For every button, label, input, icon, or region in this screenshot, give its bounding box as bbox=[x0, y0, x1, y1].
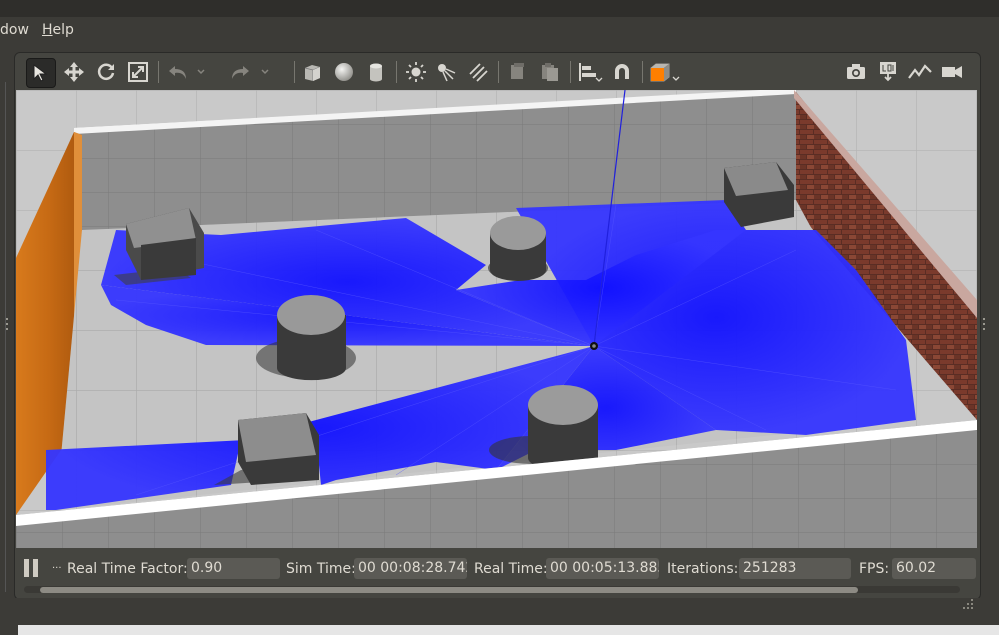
copy-button[interactable] bbox=[504, 58, 532, 86]
camera-icon bbox=[847, 64, 865, 79]
view-angle-button[interactable] bbox=[648, 58, 682, 86]
scrollbar-thumb[interactable] bbox=[40, 587, 858, 593]
undo-dropdown[interactable] bbox=[194, 58, 208, 86]
paste-button[interactable] bbox=[536, 58, 564, 86]
iterations-value: 251283 bbox=[739, 558, 851, 579]
point-light-button[interactable] bbox=[402, 58, 430, 86]
obstacle-box-2 bbox=[724, 162, 794, 227]
menu-window[interactable]: dow bbox=[0, 22, 29, 38]
scale-mode-button[interactable] bbox=[124, 58, 152, 86]
scene-viewport[interactable] bbox=[16, 90, 977, 548]
menu-window-label: dow bbox=[0, 22, 29, 38]
step-indicator: ... bbox=[52, 560, 62, 571]
redo-button[interactable] bbox=[226, 58, 254, 86]
fps-label: FPS: bbox=[859, 561, 890, 577]
pause-icon bbox=[24, 559, 29, 577]
resize-grip-icon[interactable] bbox=[962, 598, 974, 610]
magnet-icon bbox=[615, 64, 629, 79]
menubar: dow Help bbox=[0, 17, 999, 43]
real-time-factor-value: 0.90 bbox=[187, 558, 280, 579]
simulation-scene bbox=[16, 90, 977, 548]
arrow-cursor-icon bbox=[33, 64, 48, 82]
bottom-panel bbox=[18, 625, 999, 635]
redo-icon bbox=[232, 66, 249, 79]
align-button[interactable] bbox=[576, 58, 604, 86]
toolbar-separator bbox=[158, 61, 159, 83]
toolbar-separator bbox=[396, 61, 397, 83]
sphere-shape-button[interactable] bbox=[330, 58, 358, 86]
cylinder-shape-button[interactable] bbox=[362, 58, 390, 86]
rotate-icon bbox=[97, 63, 115, 80]
toolbar-separator bbox=[498, 61, 499, 83]
select-mode-button[interactable] bbox=[26, 58, 56, 88]
directional-light-icon bbox=[469, 63, 488, 82]
real-time-label: Real Time: bbox=[474, 561, 548, 577]
fps-value: 60.02 bbox=[892, 558, 976, 579]
left-splitter-handle[interactable] bbox=[6, 318, 9, 332]
rotate-mode-button[interactable] bbox=[92, 58, 120, 86]
real-time-value: 00 00:05:13.885 bbox=[546, 558, 659, 579]
chart-icon bbox=[908, 64, 932, 79]
real-time-factor-label: Real Time Factor: bbox=[67, 561, 188, 577]
menu-help-label: elp bbox=[52, 22, 74, 38]
undo-icon bbox=[169, 66, 186, 79]
left-side-panel bbox=[0, 82, 6, 592]
spot-light-icon bbox=[438, 64, 456, 82]
align-icon bbox=[579, 63, 603, 82]
video-camera-icon bbox=[942, 66, 962, 78]
sim-time-value: 00 00:08:28.742 bbox=[354, 558, 467, 579]
snap-button[interactable] bbox=[608, 58, 636, 86]
redo-dropdown[interactable] bbox=[258, 58, 272, 86]
sphere-icon bbox=[335, 63, 353, 81]
obstacle-cylinder-1 bbox=[488, 216, 548, 281]
sun-icon bbox=[406, 62, 426, 82]
toolbar-separator bbox=[642, 61, 643, 83]
sim-time-label: Sim Time: bbox=[286, 561, 356, 577]
iterations-label: Iterations: bbox=[667, 561, 739, 577]
plot-button[interactable] bbox=[906, 58, 934, 86]
log-icon bbox=[880, 62, 896, 82]
window-title-strip bbox=[0, 0, 999, 17]
orange-cube-icon bbox=[650, 63, 680, 82]
directional-light-button[interactable] bbox=[464, 58, 492, 86]
toolbar bbox=[16, 55, 978, 89]
menu-help[interactable]: Help bbox=[42, 22, 74, 38]
spot-light-button[interactable] bbox=[432, 58, 460, 86]
undo-button[interactable] bbox=[164, 58, 192, 86]
translate-mode-button[interactable] bbox=[60, 58, 88, 86]
record-video-button[interactable] bbox=[938, 58, 966, 86]
cylinder-icon bbox=[370, 63, 382, 82]
scale-icon bbox=[128, 62, 148, 82]
toolbar-separator bbox=[294, 61, 295, 83]
box-icon bbox=[304, 65, 321, 81]
status-bar: ... Real Time Factor: 0.90 Sim Time: 00 … bbox=[16, 552, 977, 586]
move-arrows-icon bbox=[64, 62, 84, 82]
box-shape-button[interactable] bbox=[298, 58, 326, 86]
right-splitter-handle[interactable] bbox=[983, 318, 986, 332]
log-button[interactable] bbox=[874, 58, 902, 86]
menu-help-mnemonic: H bbox=[42, 22, 53, 38]
chevron-down-icon bbox=[261, 69, 269, 75]
screenshot-button[interactable] bbox=[842, 58, 870, 86]
pause-icon-bar bbox=[33, 559, 38, 577]
chevron-down-icon bbox=[197, 69, 205, 75]
copy-icon bbox=[511, 63, 524, 79]
toolbar-separator bbox=[570, 61, 571, 83]
paste-icon bbox=[542, 63, 558, 81]
pause-button[interactable] bbox=[24, 559, 40, 577]
